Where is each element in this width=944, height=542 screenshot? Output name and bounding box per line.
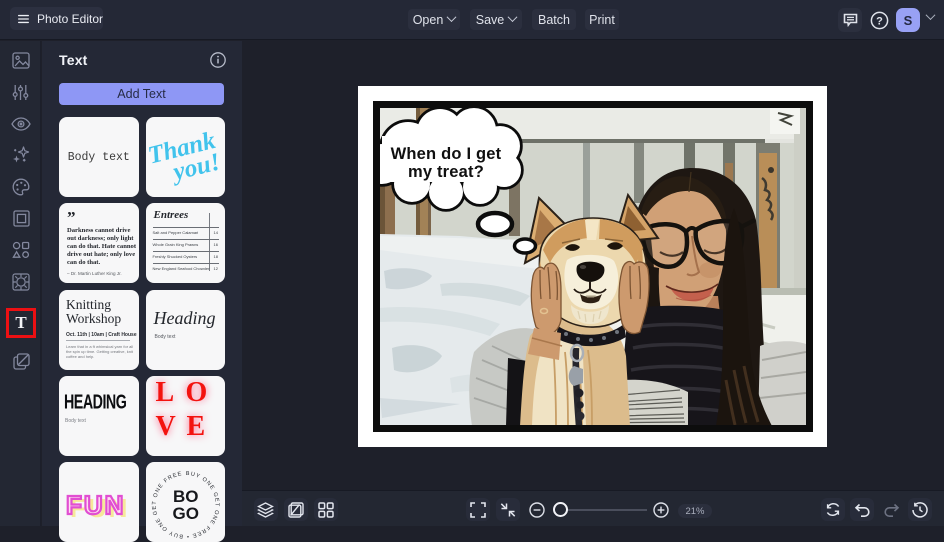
svg-text:?: ? [876, 15, 883, 27]
svg-text:When do I get: When do I get [391, 145, 502, 163]
svg-text:GO: GO [172, 504, 198, 523]
svg-text:my treat?: my treat? [408, 163, 484, 181]
